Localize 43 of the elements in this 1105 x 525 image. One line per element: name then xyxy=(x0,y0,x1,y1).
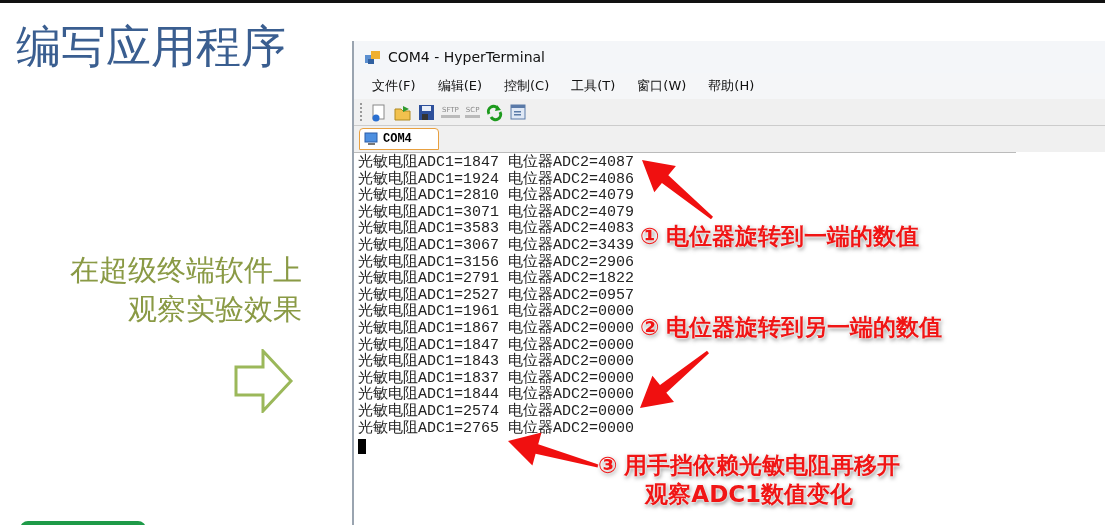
terminal-line: 光敏电阻ADC1=2765 电位器ADC2=0000 xyxy=(358,420,635,438)
menu-item[interactable]: 工具(T) xyxy=(561,75,626,97)
menu-item[interactable]: 控制(C) xyxy=(494,75,560,97)
terminal-line: 光敏电阻ADC1=1844 电位器ADC2=0000 xyxy=(358,387,635,404)
annotation-text: 观察ADC1数值变化 xyxy=(645,480,854,509)
annotation-text: 电位器旋转到另一端的数值 xyxy=(666,313,943,342)
refresh-arrows-icon[interactable] xyxy=(485,102,505,122)
properties-window-icon[interactable] xyxy=(509,102,529,122)
terminal-line: 光敏电阻ADC1=1867 电位器ADC2=0000 xyxy=(358,320,635,337)
annotation-text: 用手挡依赖光敏电阻再移开 xyxy=(624,451,901,480)
terminal-line: 光敏电阻ADC1=2810 电位器ADC2=4079 xyxy=(358,188,635,205)
monitor-icon xyxy=(364,132,379,146)
terminal-line: 光敏电阻ADC1=2527 电位器ADC2=0957 xyxy=(358,287,635,304)
menu-item[interactable]: 编辑(E) xyxy=(427,75,492,97)
terminal-line: 光敏电阻ADC1=1847 电位器ADC2=4087 xyxy=(358,155,635,171)
terminal-line: 光敏电阻ADC1=1847 电位器ADC2=0000 xyxy=(358,337,635,354)
terminal-line: 光敏电阻ADC1=1837 电位器ADC2=0000 xyxy=(358,370,635,387)
window-title: COM4 - HyperTerminal xyxy=(388,49,545,65)
terminal-line: 光敏电阻ADC1=2574 电位器ADC2=0000 xyxy=(358,403,635,420)
new-document-icon[interactable] xyxy=(369,102,388,122)
menu-item[interactable]: 帮助(H) xyxy=(698,75,765,97)
annotation-text: 电位器旋转到一端的数值 xyxy=(666,222,920,251)
pointer-arrow xyxy=(640,350,709,408)
pointer-arrow xyxy=(642,160,713,220)
number-marker: ③ xyxy=(598,451,618,480)
terminal-line: 光敏电阻ADC1=3067 电位器ADC2=3439 xyxy=(358,237,635,254)
phone-computer-icon xyxy=(364,49,382,65)
number-marker: ① xyxy=(640,222,660,251)
terminal-line: 光敏电阻ADC1=1843 电位器ADC2=0000 xyxy=(358,354,635,371)
terminal-line: 光敏电阻ADC1=1924 电位器ADC2=4086 xyxy=(358,171,635,188)
terminal-line: 光敏电阻ADC1=3583 电位器ADC2=4083 xyxy=(358,221,635,238)
text-cursor xyxy=(358,439,366,455)
right-arrow-icon xyxy=(234,349,294,413)
menu-item[interactable]: 文件(F) xyxy=(362,75,426,97)
slide-caption: 在超级终端软件上 观察实验效果 xyxy=(70,252,302,328)
session-tab[interactable]: COM4 xyxy=(359,128,439,150)
terminal-line: 光敏电阻ADC1=1961 电位器ADC2=0000 xyxy=(358,304,635,321)
terminal-line: 光敏电阻ADC1=3071 电位器ADC2=4079 xyxy=(358,204,635,221)
terminal-line: 光敏电阻ADC1=3156 电位器ADC2=2906 xyxy=(358,254,635,271)
slide-title: 编写应用程序 xyxy=(16,21,286,73)
terminal-line: 光敏电阻ADC1=2791 电位器ADC2=1822 xyxy=(358,271,635,288)
menu-item[interactable]: 窗口(W) xyxy=(627,75,697,97)
number-marker: ② xyxy=(640,313,660,342)
